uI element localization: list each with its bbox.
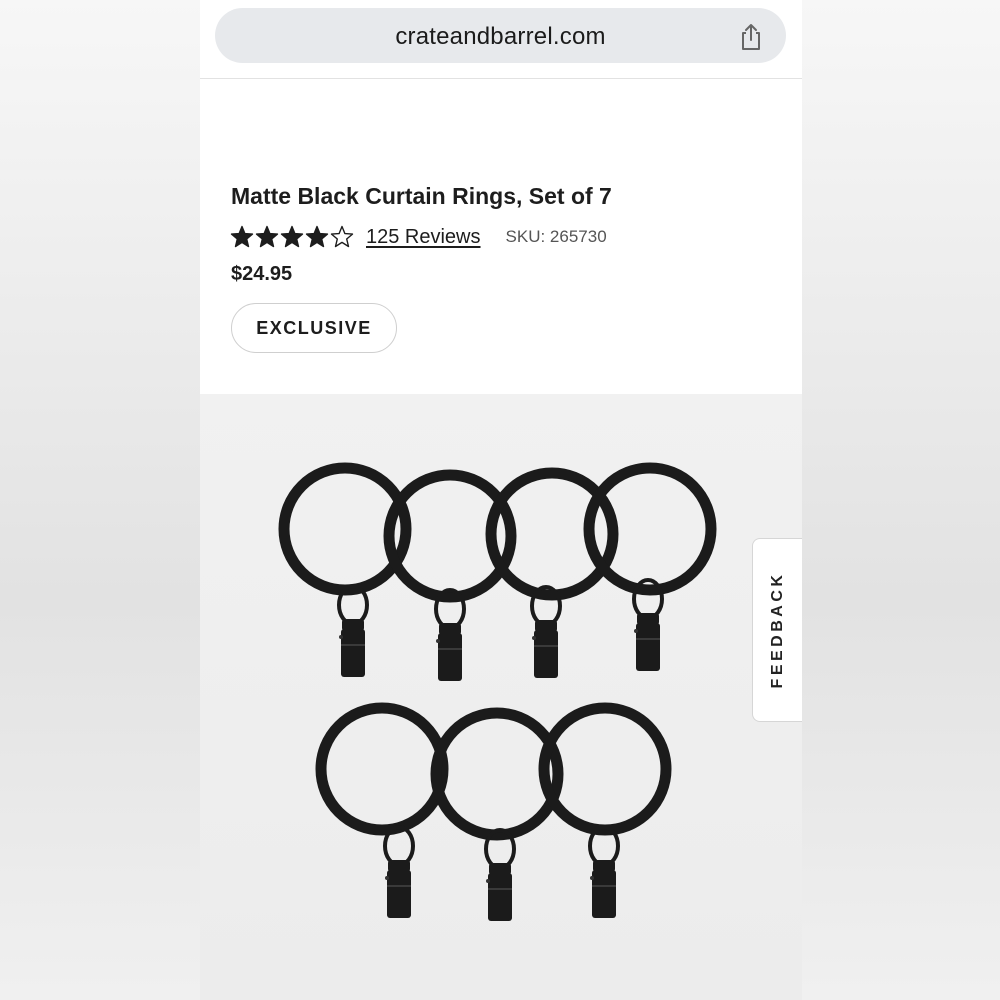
phone-screen: crateandbarrel.com Matte Black Curtain R… — [200, 0, 802, 1000]
star-filled-icon — [280, 225, 304, 248]
product-image[interactable] — [200, 394, 802, 1000]
rating-row: 125 Reviews SKU: 265730 — [230, 222, 607, 252]
feedback-tab[interactable]: FEEDBACK — [752, 538, 802, 722]
price: $24.95 — [231, 263, 293, 285]
divider — [200, 78, 802, 79]
star-empty-icon — [330, 225, 354, 248]
ring-7 — [538, 702, 672, 920]
reviews-link[interactable]: 125 Reviews — [366, 226, 481, 249]
curtain-rings-illustration — [278, 462, 717, 923]
address-bar[interactable]: crateandbarrel.com — [215, 8, 786, 63]
ring-6 — [430, 707, 564, 923]
sku-label: SKU: 265730 — [505, 227, 607, 246]
star-filled-icon — [255, 225, 279, 248]
url-text[interactable]: crateandbarrel.com — [215, 23, 786, 51]
product-title: Matte Black Curtain Rings, Set of 7 — [231, 183, 612, 209]
ring-5 — [315, 702, 449, 920]
background-left — [0, 0, 200, 1000]
exclusive-badge: EXCLUSIVE — [231, 303, 397, 353]
background-right — [800, 0, 1000, 1000]
star-filled-icon — [230, 225, 254, 248]
feedback-label[interactable]: FEEDBACK — [769, 572, 787, 689]
star-rating[interactable] — [230, 225, 354, 249]
share-icon[interactable] — [736, 22, 766, 52]
ring-1 — [278, 462, 412, 679]
star-filled-icon — [305, 225, 329, 248]
